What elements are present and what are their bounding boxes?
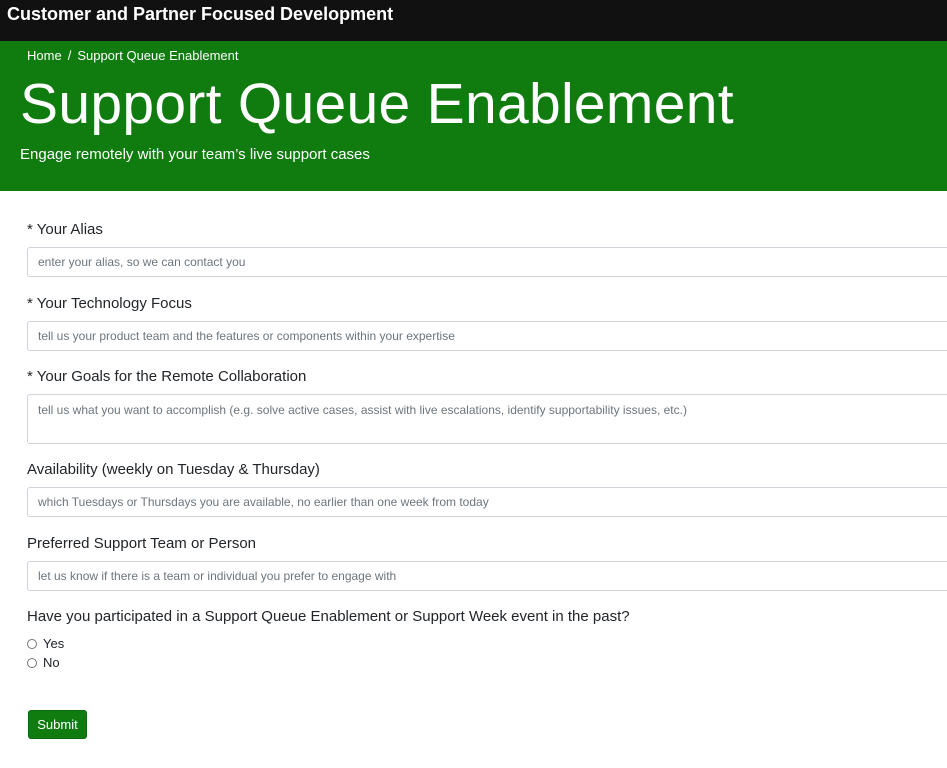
preferred-team-label: Preferred Support Team or Person	[27, 535, 257, 552]
alias-label: * Your Alias	[27, 221, 103, 238]
breadcrumb-current: Support Queue Enablement	[77, 48, 239, 63]
goals-label: * Your Goals for the Remote Collaboratio…	[27, 368, 307, 385]
alias-input[interactable]	[27, 247, 947, 277]
participated-no-option[interactable]: No	[27, 655, 60, 671]
technology-focus-input[interactable]	[27, 321, 947, 351]
breadcrumb-separator: /	[67, 48, 72, 63]
site-brand[interactable]: Customer and Partner Focused Development	[7, 3, 393, 25]
participated-no-label: No	[43, 655, 60, 670]
breadcrumb: Home / Support Queue Enablement	[27, 48, 238, 64]
breadcrumb-home-link[interactable]: Home	[27, 48, 62, 63]
participated-yes-option[interactable]: Yes	[27, 636, 64, 652]
participated-yes-label: Yes	[43, 636, 65, 651]
availability-input[interactable]	[27, 487, 947, 517]
goals-textarea[interactable]	[27, 394, 947, 444]
availability-label: Availability (weekly on Tuesday & Thursd…	[27, 461, 320, 478]
participated-question: Have you participated in a Support Queue…	[27, 608, 630, 625]
hero-banner: Home / Support Queue Enablement Support Qu…	[0, 41, 947, 191]
technology-focus-label: * Your Technology Focus	[27, 295, 192, 312]
participated-no-radio[interactable]	[27, 658, 37, 668]
page-subtitle: Engage remotely with your team’s live su…	[20, 146, 370, 163]
top-navbar: Customer and Partner Focused Development	[0, 0, 947, 41]
submit-button[interactable]: Submit	[28, 710, 87, 739]
participated-yes-radio[interactable]	[27, 639, 37, 649]
page-title: Support Queue Enablement	[20, 72, 734, 136]
preferred-team-input[interactable]	[27, 561, 947, 591]
